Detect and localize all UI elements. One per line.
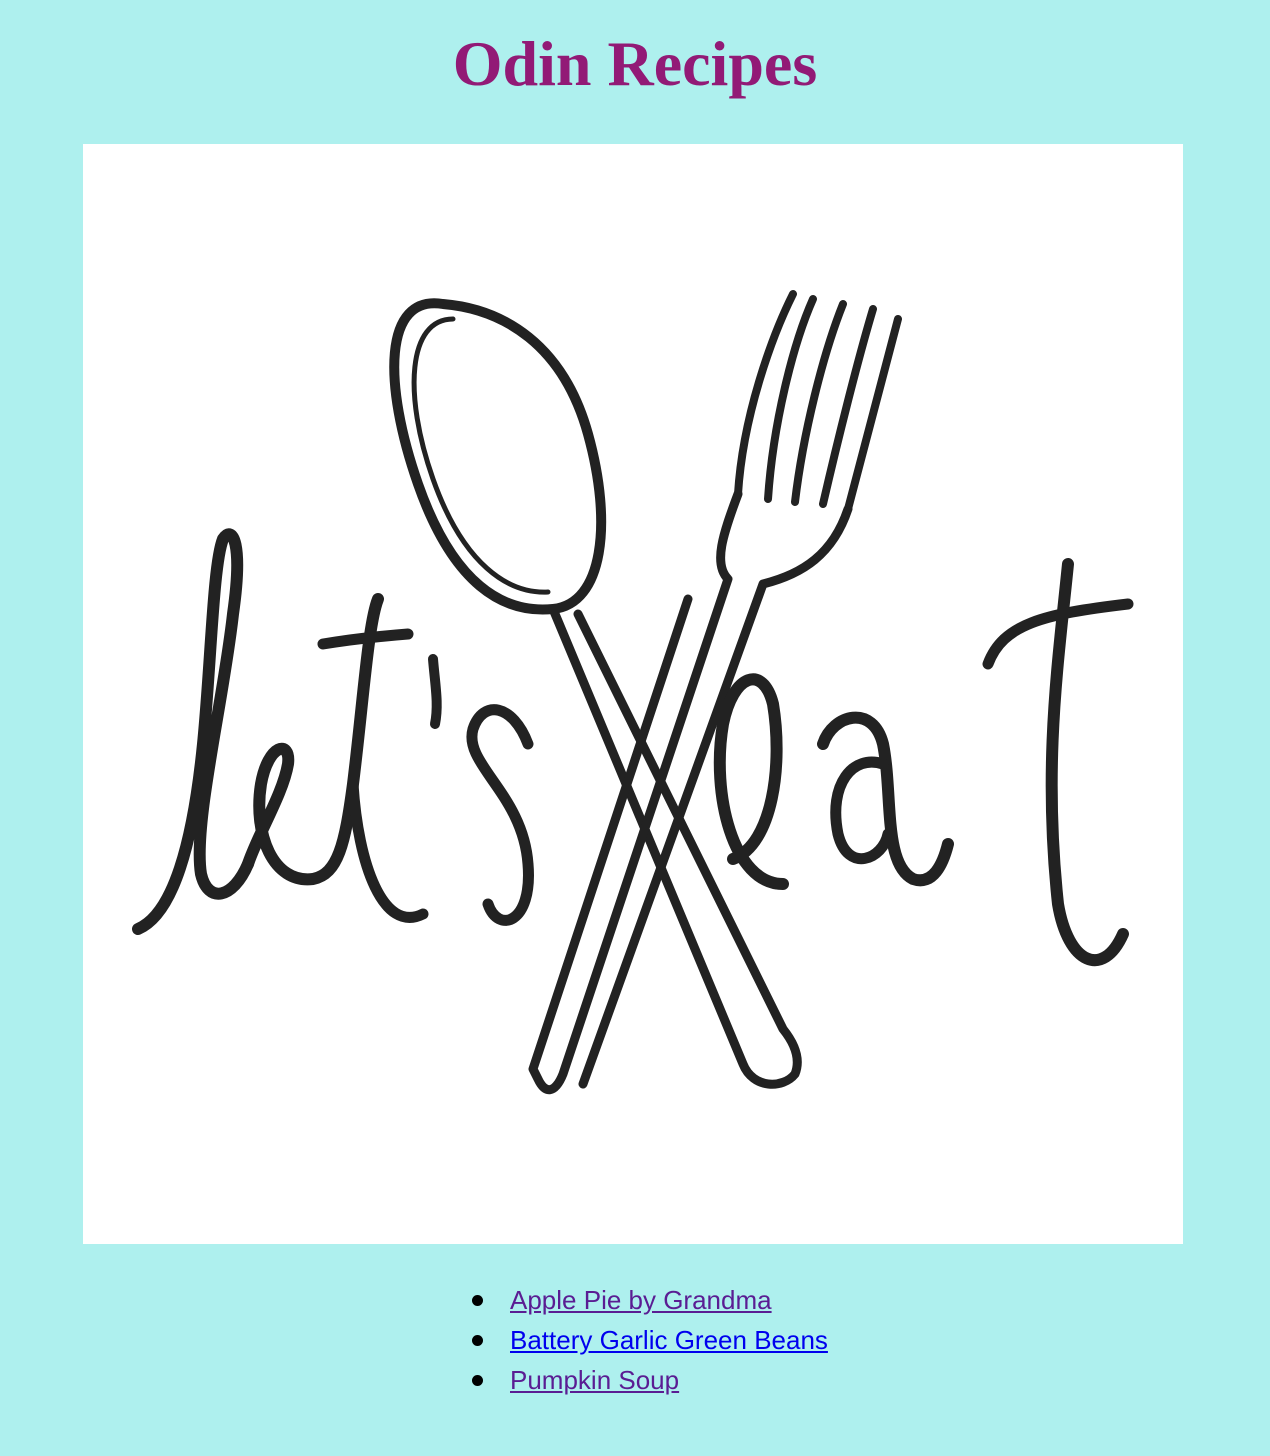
lets-eat-illustration xyxy=(132,290,1134,1095)
recipe-link-apple-pie[interactable]: Apple Pie by Grandma xyxy=(510,1285,772,1315)
recipe-link-garlic-green-beans[interactable]: Battery Garlic Green Beans xyxy=(510,1325,828,1355)
list-item: Apple Pie by Grandma xyxy=(470,1280,828,1320)
list-item: Battery Garlic Green Beans xyxy=(470,1320,828,1360)
page-title: Odin Recipes xyxy=(452,28,818,99)
bullet-icon xyxy=(472,1375,483,1386)
list-item: Pumpkin Soup xyxy=(470,1360,828,1400)
recipe-list: Apple Pie by Grandma Battery Garlic Gree… xyxy=(470,1280,828,1400)
recipe-link-pumpkin-soup[interactable]: Pumpkin Soup xyxy=(510,1365,679,1395)
bullet-icon xyxy=(472,1335,483,1346)
bullet-icon xyxy=(472,1295,483,1306)
lets-eat-logo-image xyxy=(83,144,1183,1244)
